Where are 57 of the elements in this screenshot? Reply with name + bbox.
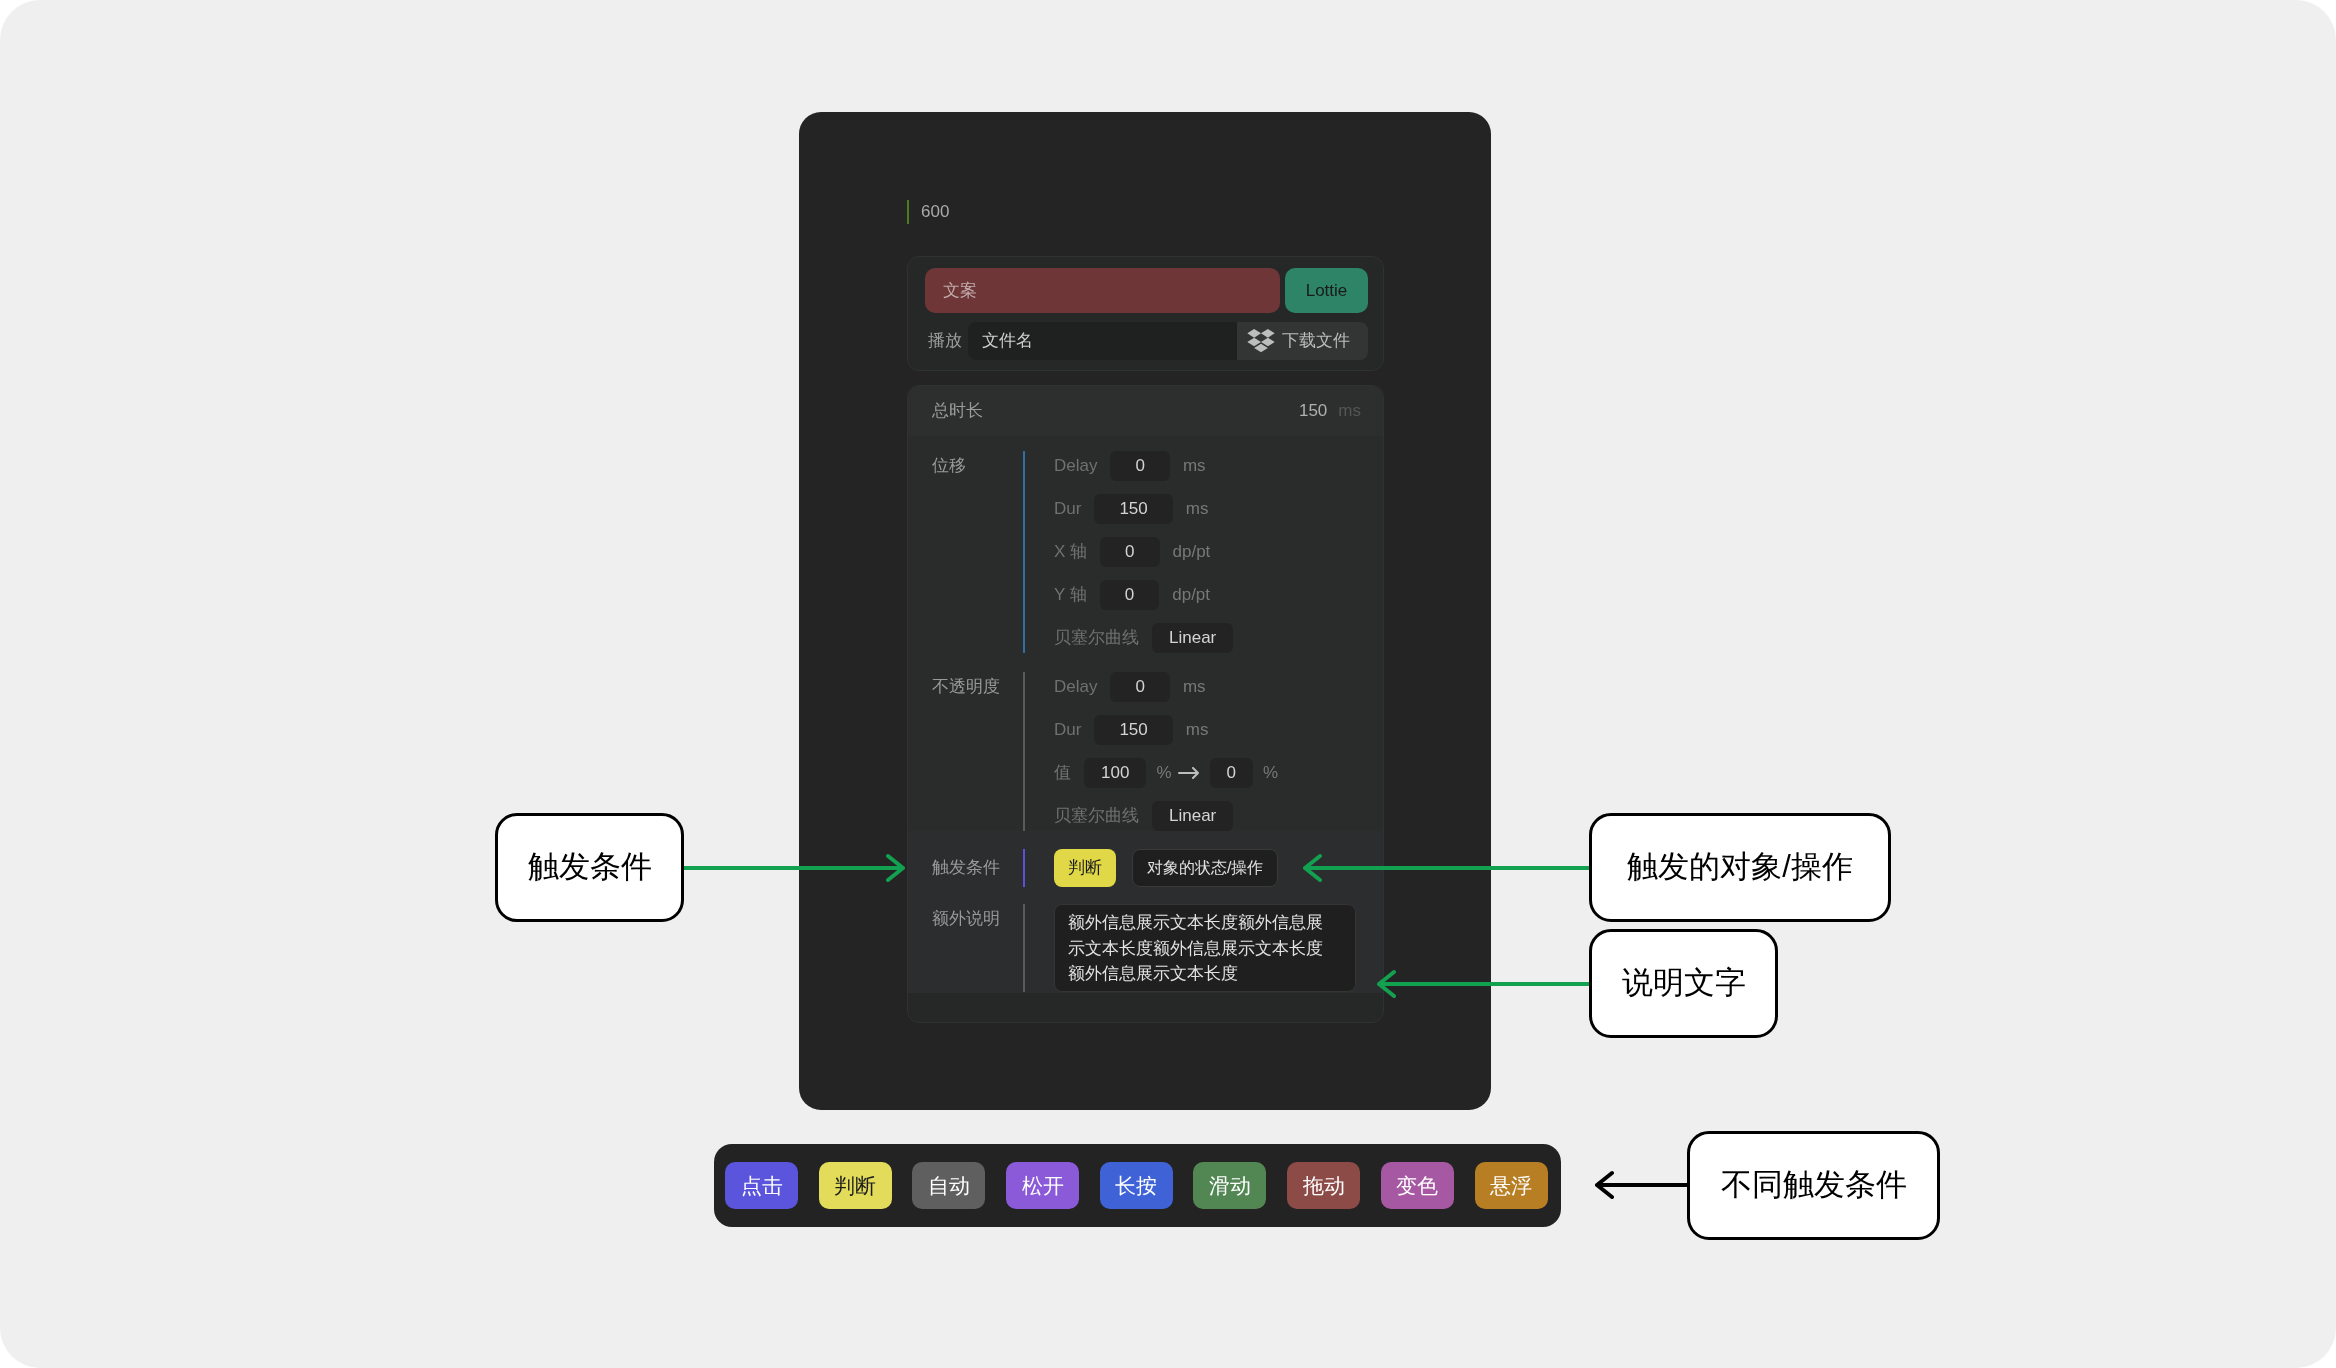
trigger-tag: 判断 — [818, 1162, 892, 1209]
field-label: X 轴 — [1054, 541, 1088, 564]
number-field[interactable]: 150 — [1094, 715, 1173, 745]
unit-label: % — [1262, 763, 1279, 783]
section-label: 位移 — [932, 455, 966, 478]
field-label: 贝塞尔曲线 — [1054, 627, 1139, 650]
trigger-tag[interactable]: 判断 — [1054, 849, 1116, 887]
field-label: 贝塞尔曲线 — [1054, 805, 1139, 828]
total-label: 总时长 — [932, 400, 983, 423]
unit-label: ms — [1185, 720, 1209, 740]
unit-label: ms — [1185, 499, 1209, 519]
callout-label: 说明文字 — [1589, 929, 1778, 1038]
callout-label: 触发的对象/操作 — [1589, 813, 1891, 922]
unit-label: dp/pt — [1172, 585, 1211, 605]
unit-label: % — [1156, 763, 1172, 783]
callout-label: 触发条件 — [495, 813, 684, 922]
curve-select[interactable]: Linear — [1152, 623, 1234, 653]
section-label: 触发条件 — [932, 857, 1000, 880]
field-label: Dur — [1054, 719, 1082, 742]
curve-select[interactable]: Linear — [1152, 801, 1234, 831]
callout-label: 不同触发条件 — [1687, 1131, 1940, 1240]
number-field[interactable]: 0 — [1209, 758, 1253, 788]
play-label: 播放 — [927, 330, 962, 353]
section-label: 不透明度 — [932, 676, 1000, 699]
trigger-tag: 长按 — [1099, 1162, 1173, 1209]
copy-field[interactable]: 文案 — [925, 268, 1280, 313]
number-field[interactable]: 0 — [1110, 672, 1170, 702]
unit-label: dp/pt — [1172, 542, 1211, 562]
number-field[interactable]: 0 — [1099, 580, 1160, 610]
field-label: Delay — [1054, 676, 1098, 699]
note-textarea[interactable]: 额外信息展示文本长度额外信息展示文本长度额外信息展示文本长度额外信息展示文本长度 — [1054, 904, 1356, 992]
trigger-tag: 变色 — [1380, 1162, 1454, 1209]
diamonds-icon — [1247, 329, 1275, 353]
unit-label: ms — [1182, 456, 1206, 476]
number-field[interactable]: 100 — [1084, 758, 1147, 788]
unit-label: ms — [1182, 677, 1206, 697]
total-value: 150 — [1298, 400, 1328, 423]
section-label: 额外说明 — [932, 908, 1000, 931]
arrow-right-icon — [1177, 767, 1200, 779]
trigger-tag: 拖动 — [1287, 1162, 1361, 1209]
field-label: 值 — [1054, 762, 1071, 785]
trigger-tag: 自动 — [912, 1162, 986, 1209]
target-chip[interactable]: 对象的状态/操作 — [1132, 849, 1279, 887]
value-label: 600 — [921, 201, 950, 224]
trigger-tag: 悬浮 — [1474, 1162, 1548, 1209]
number-field[interactable]: 0 — [1110, 451, 1170, 481]
download-button[interactable]: 下载文件 — [1237, 322, 1368, 360]
number-field[interactable]: 0 — [1100, 537, 1160, 567]
file-name-field[interactable]: 文件名 — [968, 322, 1237, 360]
trigger-tag: 点击 — [725, 1162, 798, 1209]
lottie-button[interactable]: Lottie — [1285, 268, 1368, 313]
field-label: Delay — [1054, 455, 1098, 478]
field-label: Y 轴 — [1054, 584, 1087, 607]
field-label: Dur — [1054, 498, 1082, 521]
trigger-tag: 滑动 — [1193, 1162, 1267, 1209]
number-field[interactable]: 150 — [1094, 494, 1173, 524]
trigger-tag: 松开 — [1006, 1162, 1080, 1209]
